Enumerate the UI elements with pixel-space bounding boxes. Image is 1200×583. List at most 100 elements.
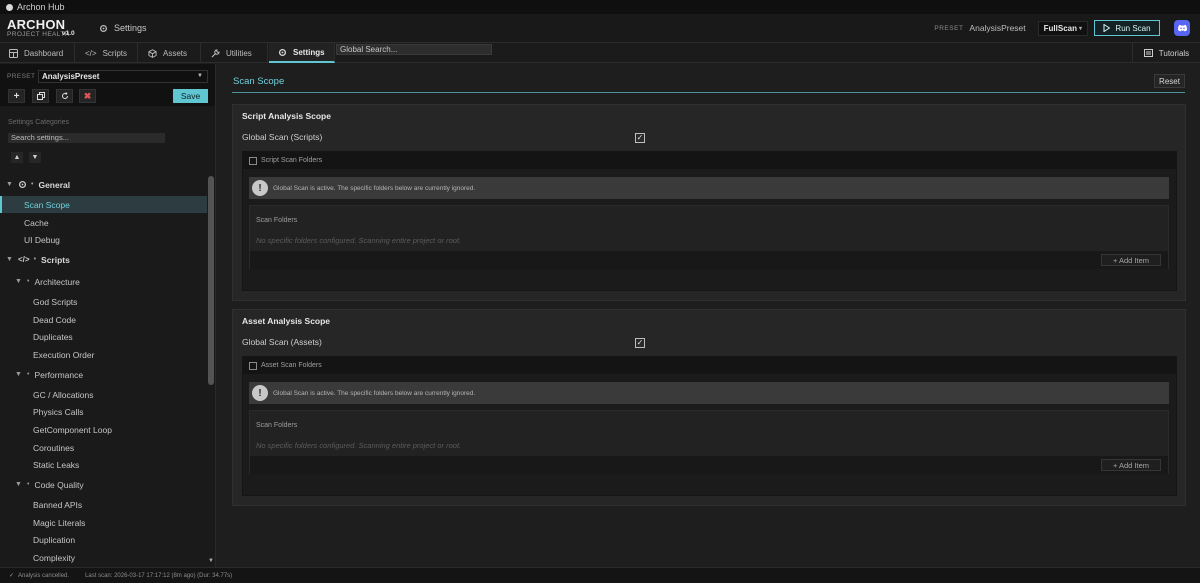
discord-icon[interactable] bbox=[1174, 20, 1190, 36]
plus-icon: + bbox=[13, 90, 20, 102]
sidebar-item-performance[interactable]: ▼ • Performance bbox=[0, 366, 207, 383]
close-icon: ✖ bbox=[83, 90, 92, 101]
dashboard-icon bbox=[9, 48, 18, 58]
add-preset-button[interactable]: + bbox=[8, 89, 25, 103]
sidebar-item-static-leaks[interactable]: Static Leaks bbox=[0, 456, 207, 473]
sidebar-item-complexity[interactable]: Complexity bbox=[0, 549, 207, 566]
sidebar-item-scan-scope[interactable]: Scan Scope bbox=[0, 196, 207, 213]
chevron-down-icon: ▼ bbox=[31, 154, 39, 161]
foldout-icon bbox=[249, 361, 257, 370]
tree-label: Duplication bbox=[33, 534, 76, 545]
expand-triangle-icon: ▼ bbox=[15, 481, 22, 488]
tutorials-button[interactable]: Tutorials bbox=[1132, 43, 1200, 63]
add-item-button[interactable]: + Add Item bbox=[1101, 254, 1161, 266]
tab-label: Dashboard bbox=[24, 48, 64, 58]
reset-button[interactable]: Reset bbox=[1154, 74, 1185, 88]
sidebar-item-dead-code[interactable]: Dead Code bbox=[0, 311, 207, 328]
sidebar-item-architecture[interactable]: ▼ • Architecture bbox=[0, 273, 207, 290]
duplicate-preset-button[interactable] bbox=[32, 89, 49, 103]
preset-dropdown[interactable]: AnalysisPreset ▼ bbox=[38, 70, 208, 83]
tree-label: Banned APIs bbox=[33, 499, 83, 510]
tree-label: Execution Order bbox=[33, 349, 95, 360]
sidebar-item-duplication[interactable]: Duplication bbox=[0, 531, 207, 548]
save-button[interactable]: Save bbox=[173, 89, 208, 103]
section-title: Script Analysis Scope bbox=[242, 111, 331, 121]
foldout-icon bbox=[249, 156, 257, 165]
sidebar-item-getcomponent-loop[interactable]: GetComponent Loop bbox=[0, 421, 207, 438]
sidebar-item-general[interactable]: ▼ • General bbox=[0, 176, 207, 193]
info-notice: ! Global Scan is active. The specific fo… bbox=[249, 177, 1169, 199]
tab-settings[interactable]: Settings bbox=[269, 43, 335, 63]
collapse-all-button[interactable]: ▼ bbox=[29, 152, 41, 163]
expand-triangle-icon: ▼ bbox=[15, 278, 22, 285]
script-analysis-scope-section: Script Analysis Scope Global Scan (Scrip… bbox=[232, 104, 1186, 301]
expand-all-button[interactable]: ▲ bbox=[11, 152, 23, 163]
preset-value: AnalysisPreset bbox=[969, 23, 1026, 33]
expand-triangle-icon: ▼ bbox=[6, 256, 13, 263]
scroll-down-icon[interactable]: ▼ bbox=[208, 558, 214, 564]
tree-label: GetComponent Loop bbox=[33, 424, 112, 435]
expand-triangle-icon: ▼ bbox=[6, 181, 13, 188]
tree-label: Coroutines bbox=[33, 442, 75, 453]
sidebar-item-physics-calls[interactable]: Physics Calls bbox=[0, 403, 207, 420]
refresh-preset-button[interactable] bbox=[56, 89, 73, 103]
empty-state-text: No specific folders configured. Scanning… bbox=[256, 441, 462, 450]
settings-search-input[interactable]: Search settings... bbox=[8, 133, 165, 143]
main-tabs: Dashboard </> Scripts Assets Utilities S… bbox=[0, 43, 1200, 63]
sidebar-item-banned-apis[interactable]: Banned APIs bbox=[0, 496, 207, 513]
settings-sidebar: PRESET AnalysisPreset ▼ + ✖ Save Setting… bbox=[0, 64, 216, 567]
sidebar-item-duplicates[interactable]: Duplicates bbox=[0, 328, 207, 345]
last-scan-info: Last scan: 2026-03-17 17:17:12 (8m ago) … bbox=[85, 572, 233, 579]
sidebar-item-gc-allocations[interactable]: GC / Allocations bbox=[0, 386, 207, 403]
sidebar-item-magic-literals[interactable]: Magic Literals bbox=[0, 514, 207, 531]
check-icon: ✓ bbox=[636, 338, 644, 347]
global-scan-assets-checkbox[interactable]: ✓ bbox=[635, 338, 645, 348]
tree-label: Performance bbox=[34, 369, 84, 380]
scan-folders-title: Scan Folders bbox=[256, 422, 298, 429]
folder-header[interactable]: Script Scan Folders bbox=[243, 152, 1176, 169]
code-icon: </> bbox=[18, 255, 30, 264]
sidebar-item-ui-debug[interactable]: UI Debug bbox=[0, 231, 207, 248]
expand-triangle-icon: ▼ bbox=[15, 371, 22, 378]
sidebar-item-code-quality[interactable]: ▼ • Code Quality bbox=[0, 476, 207, 493]
tab-assets[interactable]: Assets bbox=[139, 43, 201, 63]
chevron-down-icon: ▼ bbox=[197, 73, 203, 79]
delete-preset-button[interactable]: ✖ bbox=[79, 89, 96, 103]
breadcrumb-label: Settings bbox=[114, 23, 147, 33]
global-scan-scripts-checkbox[interactable]: ✓ bbox=[635, 133, 645, 143]
tab-label: Assets bbox=[163, 48, 188, 58]
sidebar-scrollbar[interactable] bbox=[208, 176, 214, 385]
folder-header-label: Script Scan Folders bbox=[261, 157, 323, 164]
copy-icon bbox=[36, 92, 45, 100]
script-scan-folders-box: Script Scan Folders ! Global Scan is act… bbox=[242, 151, 1177, 291]
tab-dashboard[interactable]: Dashboard bbox=[0, 43, 75, 63]
global-search-input[interactable]: Global Search... bbox=[336, 44, 492, 55]
tree-label: Dead Code bbox=[33, 314, 77, 325]
tab-scripts[interactable]: </> Scripts bbox=[76, 43, 138, 63]
scan-mode-dropdown[interactable]: FullScan ▾ bbox=[1037, 20, 1088, 36]
list-footer: + Add Item bbox=[250, 251, 1168, 269]
warning-icon: ! bbox=[252, 385, 268, 401]
scan-mode-value: FullScan bbox=[1043, 23, 1077, 33]
tree-label: Architecture bbox=[34, 276, 80, 287]
sidebar-item-god-scripts[interactable]: God Scripts bbox=[0, 293, 207, 310]
bullet-icon: • bbox=[31, 181, 34, 188]
tab-label: Utilities bbox=[226, 48, 252, 58]
add-item-button[interactable]: + Add Item bbox=[1101, 459, 1161, 471]
tree-label: Magic Literals bbox=[33, 517, 86, 528]
check-icon: ✓ bbox=[9, 573, 15, 579]
gear-icon bbox=[18, 180, 27, 189]
folder-header[interactable]: Asset Scan Folders bbox=[243, 357, 1176, 374]
sidebar-item-coroutines[interactable]: Coroutines bbox=[0, 439, 207, 456]
tree-label: Scan Scope bbox=[24, 199, 70, 210]
tree-label: Code Quality bbox=[34, 479, 84, 490]
tab-utilities[interactable]: Utilities bbox=[202, 43, 268, 63]
tree-label: Physics Calls bbox=[33, 406, 84, 417]
sidebar-item-scripts[interactable]: ▼ </> • Scripts bbox=[0, 251, 207, 268]
sidebar-item-execution-order[interactable]: Execution Order bbox=[0, 346, 207, 363]
run-scan-button[interactable]: Run Scan bbox=[1094, 20, 1160, 36]
scan-folders-title: Scan Folders bbox=[256, 217, 298, 224]
sidebar-item-cache[interactable]: Cache bbox=[0, 214, 207, 231]
tree-label: Static Leaks bbox=[33, 459, 80, 470]
title-divider bbox=[232, 92, 1185, 93]
